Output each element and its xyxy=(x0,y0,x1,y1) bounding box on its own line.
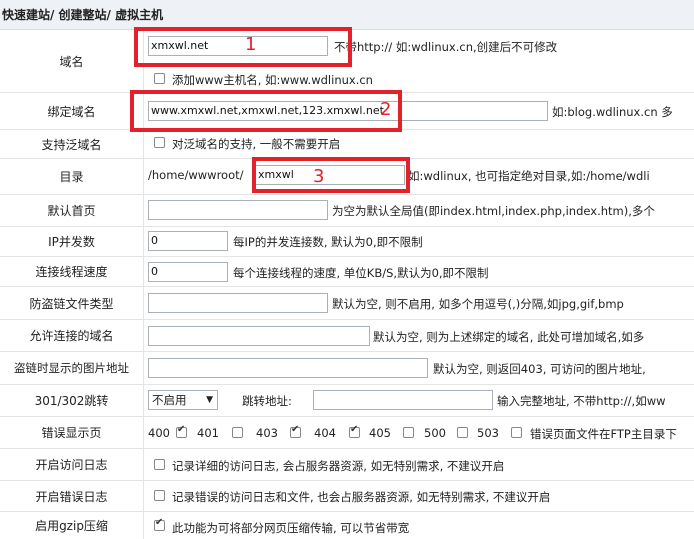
breadcrumb: 快速建站/ 创建整站/ 虚拟主机 xyxy=(0,0,694,30)
error-checkbox-503[interactable] xyxy=(511,427,522,438)
error-log-label: 开启错误日志 xyxy=(0,481,144,511)
row-error-pages: 错误显示页 400 401 403 404 405 500 503 错误页面文件… xyxy=(0,417,694,449)
redirect-address-label: 跳转地址: xyxy=(242,394,292,408)
bind-domain-hint: 如:blog.wdlinux.cn 多 xyxy=(552,105,673,119)
row-allowed-domains: 允许连接的域名 默认为空, 则为上述绑定的域名, 此处可增加域名,如多 xyxy=(0,320,694,352)
annotation-box-2 xyxy=(130,90,402,132)
redirect-select-value: 不启用 xyxy=(152,393,187,407)
row-hotlink-types: 防盗链文件类型 默认为空, 则不启用, 如多个用逗号(,)分隔,如jpg,gif… xyxy=(0,287,694,320)
ip-concurrency-label: IP并发数 xyxy=(0,227,144,256)
error-pages-label: 错误显示页 xyxy=(0,417,144,448)
row-redirect: 301/302跳转 不启用 ▼ 跳转地址: 输入完整地址, 不带http://,… xyxy=(0,385,694,417)
domain-hint: 不带http:// 如:wdlinux.cn,创建后不可修改 xyxy=(334,40,558,54)
redirect-select[interactable]: 不启用 ▼ xyxy=(148,390,218,410)
error-code-401: 401 xyxy=(197,426,219,440)
ip-concurrency-hint: 每IP的并发连接数, 默认为0,即不限制 xyxy=(233,235,423,249)
hotlink-types-hint: 默认为空, 则不启用, 如多个用逗号(,)分隔,如jpg,gif,bmp xyxy=(332,297,624,311)
thread-speed-label: 连接线程速度 xyxy=(0,257,144,286)
error-code-400: 400 xyxy=(148,426,170,440)
row-error-log: 开启错误日志 记录错误的访问日志和文件, 也会占服务器资源, 如无特别需求, 不… xyxy=(0,481,694,512)
allowed-domains-hint: 默认为空, 则为上述绑定的域名, 此处可增加域名,如多 xyxy=(373,330,645,344)
thread-speed-input[interactable]: 0 xyxy=(148,262,228,282)
error-code-503: 503 xyxy=(477,426,499,440)
error-checkbox-403[interactable] xyxy=(290,424,301,438)
annotation-number-1: 1 xyxy=(245,34,257,55)
access-log-checkbox-label: 记录详细的访问日志, 会占服务器资源, 如无特别需求, 不建议开启 xyxy=(172,459,505,473)
row-ip-concurrency: IP并发数 0 每IP的并发连接数, 默认为0,即不限制 xyxy=(0,227,694,257)
default-page-hint: 为空为默认全局值(即index.html,index.php,index.htm… xyxy=(332,204,655,218)
error-code-403: 403 xyxy=(256,426,278,440)
gzip-checkbox-label: 此功能为可将部分网页压缩传输, 可以节省带宽 xyxy=(172,521,410,535)
hotlink-image-hint: 默认为空, 则返回403, 可访问的图片地址, xyxy=(433,362,646,376)
row-access-log: 开启访问日志 记录详细的访问日志, 会占服务器资源, 如无特别需求, 不建议开启 xyxy=(0,449,694,481)
add-www-checkbox[interactable] xyxy=(154,73,165,84)
hotlink-types-input[interactable] xyxy=(148,293,328,313)
error-checkbox-500[interactable] xyxy=(457,427,468,438)
annotation-number-3: 3 xyxy=(313,166,325,187)
error-checkbox-404[interactable] xyxy=(349,424,360,438)
bind-domain-label: 绑定域名 xyxy=(0,93,144,129)
gzip-checkbox[interactable] xyxy=(154,517,165,531)
chevron-down-icon: ▼ xyxy=(206,395,213,405)
error-log-checkbox-label: 记录错误的访问日志和文件, 也会占服务器资源, 如无特别需求, 不建议开启 xyxy=(172,490,551,504)
directory-hint: 如:wdlinux, 也可指定绝对目录,如:/home/wdli xyxy=(408,169,650,183)
add-www-label: 添加www主机名, 如:www.wdlinux.cn xyxy=(172,73,373,87)
domain-label: 域名 xyxy=(0,30,144,92)
annotation-number-2: 2 xyxy=(380,99,392,120)
access-log-label: 开启访问日志 xyxy=(0,449,144,480)
row-thread-speed: 连接线程速度 0 每个连接线程的速度, 单位KB/S,默认为0,即不限制 xyxy=(0,257,694,287)
redirect-hint: 输入完整地址, 不带http://,如ww xyxy=(497,394,666,408)
error-code-500: 500 xyxy=(424,426,446,440)
allowed-domains-label: 允许连接的域名 xyxy=(0,320,144,351)
default-page-label: 默认首页 xyxy=(0,195,144,226)
error-checkbox-400[interactable] xyxy=(176,424,187,438)
ip-concurrency-input[interactable]: 0 xyxy=(148,231,228,251)
error-code-405: 405 xyxy=(369,426,391,440)
hotlink-image-label: 盗链时显示的图片地址 xyxy=(0,352,144,384)
error-checkbox-401[interactable] xyxy=(232,427,243,438)
row-gzip: 启用gzip压缩 此功能为可将部分网页压缩传输, 可以节省带宽 xyxy=(0,512,694,539)
error-checkbox-405[interactable] xyxy=(403,427,414,438)
wildcard-label: 支持泛域名 xyxy=(0,130,144,158)
error-pages-hint: 错误页面文件在FTP主目录下 xyxy=(530,427,677,441)
default-page-input[interactable] xyxy=(148,200,328,220)
hotlink-image-input[interactable] xyxy=(148,358,428,378)
wildcard-checkbox[interactable] xyxy=(154,137,165,148)
annotation-box-3 xyxy=(252,157,410,193)
directory-label: 目录 xyxy=(0,159,144,194)
thread-speed-hint: 每个连接线程的速度, 单位KB/S,默认为0,即不限制 xyxy=(233,266,489,280)
row-hotlink-image: 盗链时显示的图片地址 默认为空, 则返回403, 可访问的图片地址, xyxy=(0,352,694,385)
error-code-404: 404 xyxy=(314,426,336,440)
error-log-checkbox[interactable] xyxy=(154,490,165,501)
hotlink-types-label: 防盗链文件类型 xyxy=(0,287,144,319)
wildcard-checkbox-label: 对泛域名的支持, 一般不需要开启 xyxy=(172,137,341,151)
allowed-domains-input[interactable] xyxy=(148,326,370,346)
row-wildcard: 支持泛域名 对泛域名的支持, 一般不需要开启 xyxy=(0,130,694,159)
gzip-label: 启用gzip压缩 xyxy=(0,512,144,539)
redirect-address-input[interactable] xyxy=(313,390,493,410)
access-log-checkbox[interactable] xyxy=(154,459,165,470)
redirect-label: 301/302跳转 xyxy=(0,385,144,416)
row-default-page: 默认首页 为空为默认全局值(即index.html,index.php,inde… xyxy=(0,195,694,227)
directory-prefix: /home/wwwroot/ xyxy=(148,168,244,182)
annotation-box-1 xyxy=(134,27,352,67)
